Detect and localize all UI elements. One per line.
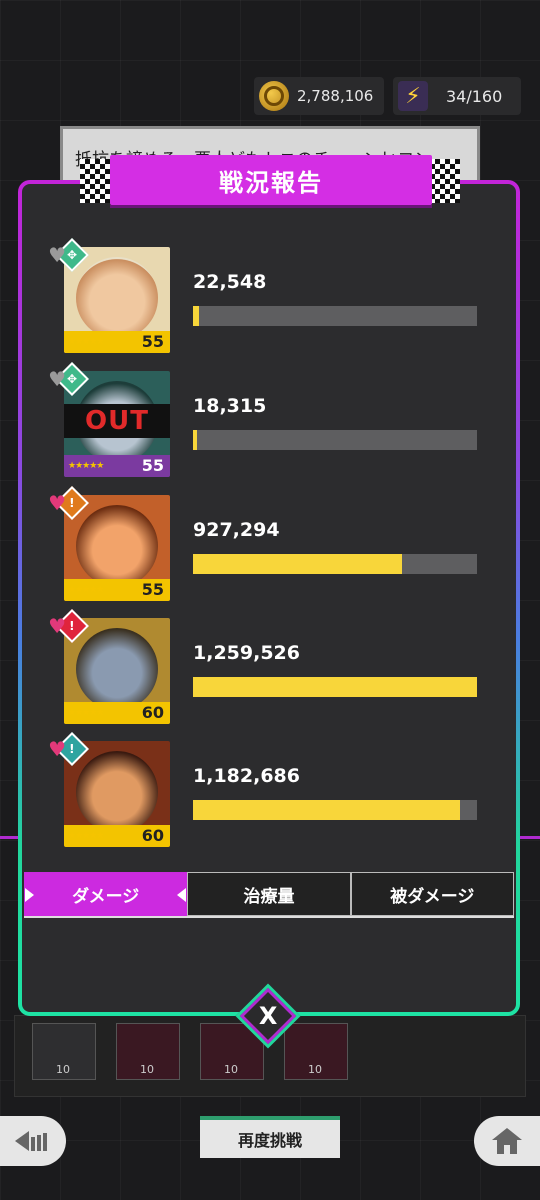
role-symbol: ! xyxy=(69,495,75,510)
damage-value: 22,548 xyxy=(193,271,267,293)
star-rating: ★★★★★ xyxy=(68,337,104,347)
close-icon: X xyxy=(258,1001,278,1030)
checker-flag-left xyxy=(80,159,110,203)
damage-bar-fill xyxy=(193,430,198,450)
star-rating: ★★★★★ xyxy=(68,461,104,471)
character-face xyxy=(76,628,158,710)
tab-damage-taken[interactable]: 被ダメージ xyxy=(350,872,514,916)
item-count: 10 xyxy=(224,1063,238,1076)
damage-value: 1,259,526 xyxy=(193,642,300,664)
background-stripe-right xyxy=(520,836,540,839)
character-face xyxy=(76,751,158,833)
damage-value: 927,294 xyxy=(193,519,280,541)
damage-bar xyxy=(193,430,477,450)
damage-bar-fill xyxy=(193,554,403,574)
role-symbol: ✥ xyxy=(66,248,78,262)
damage-bar-fill xyxy=(193,800,460,820)
back-button[interactable] xyxy=(0,1116,66,1166)
damage-value: 18,315 xyxy=(193,395,267,417)
damage-bar xyxy=(193,554,477,574)
report-tabs: ダメージ 治療量 被ダメージ xyxy=(24,872,514,916)
item-count: 10 xyxy=(56,1063,70,1076)
gold-coin-icon xyxy=(259,81,289,111)
panel-title: 戦況報告 xyxy=(110,155,432,208)
character-level: 55 xyxy=(141,580,164,599)
character-face xyxy=(76,505,158,587)
role-symbol: ! xyxy=(69,741,75,756)
home-icon xyxy=(492,1128,522,1154)
background-stripe-left xyxy=(0,836,20,839)
heart-icon: ♥ xyxy=(48,243,66,267)
checker-flag-right xyxy=(430,159,460,203)
damage-value: 1,182,686 xyxy=(193,765,300,787)
star-rating: ★★★★★ xyxy=(68,585,104,595)
role-symbol: ✥ xyxy=(66,372,78,386)
character-level: 55 xyxy=(141,332,164,351)
knocked-out-banner: OUT xyxy=(64,404,170,438)
damage-bar xyxy=(193,800,477,820)
damage-bar-fill xyxy=(193,677,477,697)
star-rating: ★★★★★ xyxy=(68,708,104,718)
damage-bar xyxy=(193,677,477,697)
item-count: 10 xyxy=(140,1063,154,1076)
character-level: 60 xyxy=(141,703,164,722)
damage-bar-fill xyxy=(193,306,199,326)
heart-icon: ♥ xyxy=(48,367,66,391)
tab-divider xyxy=(24,916,514,918)
coin-value: 2,788,106 xyxy=(297,87,374,105)
energy-counter[interactable]: ⚡ 34/160 xyxy=(393,77,521,115)
energy-value: 34/160 xyxy=(446,86,503,106)
item-count: 10 xyxy=(308,1063,322,1076)
star-rating: ★★★★★ xyxy=(68,831,104,841)
home-button[interactable] xyxy=(474,1116,540,1166)
character-level: 60 xyxy=(141,826,164,845)
damage-bar xyxy=(193,306,477,326)
tab-damage[interactable]: ダメージ xyxy=(24,872,188,916)
retry-button[interactable]: 再度挑戦 xyxy=(200,1116,340,1158)
tab-healing[interactable]: 治療量 xyxy=(187,872,351,916)
heart-icon: ♥ xyxy=(48,737,66,761)
heart-icon: ♥ xyxy=(48,614,66,638)
coin-counter[interactable]: 2,788,106 xyxy=(254,77,384,115)
lightning-icon: ⚡ xyxy=(398,81,428,111)
heart-icon: ♥ xyxy=(48,491,66,515)
character-level: 55 xyxy=(141,456,164,475)
character-face xyxy=(76,257,158,339)
back-arrow-icon xyxy=(15,1131,47,1151)
role-symbol: ! xyxy=(69,618,75,633)
